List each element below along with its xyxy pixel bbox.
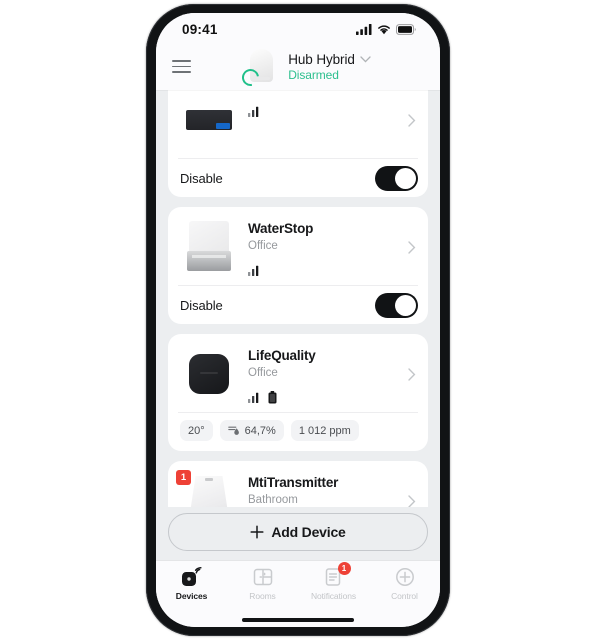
device-name: MtiTransmitter [248,475,339,490]
hub-text: Hub Hybrid Disarmed [288,52,371,82]
device-card-socket[interactable]: Disable [168,90,428,197]
tab-rooms[interactable]: Rooms [227,566,298,601]
device-list[interactable]: Disable WaterStop Office Disable LifeQua… [156,90,440,507]
add-device-button[interactable]: Add Device [168,513,428,551]
device-name: WaterStop [248,221,314,236]
home-indicator-bar[interactable] [242,617,354,622]
chevron-right-icon[interactable] [402,240,418,254]
device-meta [248,390,402,404]
wifi-icon [378,24,390,34]
device-disable-row[interactable]: Disable [168,286,428,324]
phone-screen: 09:41 Hub Hybrid Disarmed Disable WaterS… [156,13,440,627]
device-card-mtitransmitter[interactable]: 1 MtiTransmitter Bathroom [168,461,428,507]
device-room: Office [248,367,278,379]
row-label: Disable [180,170,223,186]
battery-icon [396,23,416,35]
devices-hub-icon [181,566,203,588]
tab-label: Rooms [249,591,276,601]
signal-bars-icon [248,392,259,403]
tab-control[interactable]: Control [369,566,440,601]
chevron-down-icon[interactable] [360,55,371,63]
device-info: MtiTransmitter Bathroom [240,471,402,507]
device-card-main[interactable]: 1 MtiTransmitter Bathroom [168,461,428,507]
notifications-doc-icon: 1 [325,562,351,588]
chevron-right-icon[interactable] [402,113,418,127]
device-card-waterstop[interactable]: WaterStop Office Disable [168,207,428,324]
tab-bar: Devices Rooms 1 Notifications Control [156,560,440,612]
tab-label: Devices [175,591,208,601]
chip-co2: 1 012 ppm [290,420,359,441]
tab-label: Notifications [311,591,356,601]
chip-temperature-label: 20° [188,424,205,437]
plus-icon [250,525,264,539]
device-info [240,90,402,118]
device-disable-row[interactable]: Disable [168,159,428,197]
status-bar: 09:41 [156,13,440,43]
disable-toggle[interactable] [375,165,418,191]
device-meta [248,263,402,277]
signal-bars-icon [248,265,259,276]
chip-humidity-label: 64,7% [244,424,276,437]
device-thumbnail [178,90,240,150]
cellular-signal-icon [356,23,372,35]
hub-selector[interactable]: Hub Hybrid Disarmed [186,47,426,89]
chip-humidity: 64,7% [219,420,284,441]
device-room: Office [248,240,278,252]
notifications-badge: 1 [337,562,351,575]
device-card-lifequality[interactable]: LifeQuality Office 20° 64,7% 1 012 ppm [168,334,428,451]
device-card-main[interactable]: LifeQuality Office [168,334,428,412]
row-label: Disable [180,297,223,313]
tab-label: Control [391,591,418,601]
signal-bars-icon [248,106,259,117]
hub-status: Disarmed [288,67,339,82]
device-info: LifeQuality Office [240,344,402,404]
chip-temperature: 20° [180,420,213,441]
tab-notifications[interactable]: 1 Notifications [298,562,369,601]
device-card-main[interactable] [168,90,428,158]
tab-devices[interactable]: Devices [156,566,227,601]
device-badge: 1 [176,470,191,485]
device-card-main[interactable]: WaterStop Office [168,207,428,285]
sensor-chip-row: 20° 64,7% 1 012 ppm [168,413,428,451]
status-time: 09:41 [182,21,218,37]
home-indicator-area [156,612,440,627]
app-header: Hub Hybrid Disarmed [156,43,440,90]
device-name: LifeQuality [248,348,316,363]
humidity-icon [227,426,239,435]
control-plus-circle-icon [395,566,415,588]
chevron-right-icon[interactable] [402,367,418,381]
chip-co2-label: 1 012 ppm [298,424,351,437]
rooms-icon [253,566,273,588]
device-meta [248,104,402,118]
disable-toggle[interactable] [375,292,418,318]
add-device-label: Add Device [271,524,346,540]
device-thumbnail [178,344,240,404]
device-thumbnail [178,217,240,277]
device-thumbnail: 1 [176,470,240,507]
hub-name: Hub Hybrid [288,51,355,67]
device-room: Bathroom [248,494,298,506]
hub-thumbnail [238,47,281,89]
battery-full-icon [268,390,277,403]
chevron-right-icon[interactable] [402,494,418,507]
status-icons [356,23,416,35]
add-device-area: Add Device [156,507,440,560]
device-info: WaterStop Office [240,217,402,277]
